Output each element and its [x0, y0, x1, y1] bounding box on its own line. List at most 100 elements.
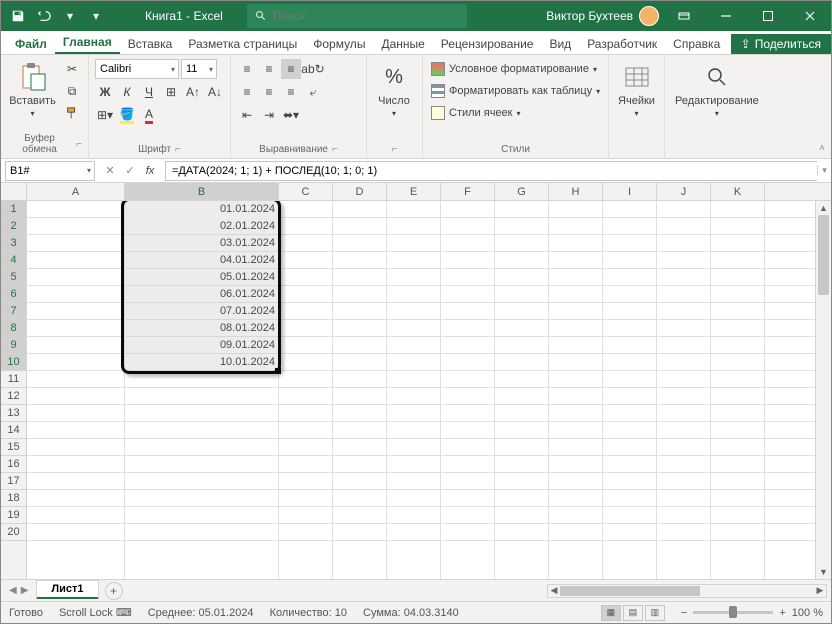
row-header[interactable]: 12 — [1, 388, 26, 405]
formula-input[interactable]: =ДАТА(2024; 1; 1) + ПОСЛЕД(10; 1; 0; 1) — [165, 161, 817, 181]
row-header[interactable]: 20 — [1, 524, 26, 541]
column-header[interactable]: H — [549, 183, 603, 200]
column-header[interactable]: J — [657, 183, 711, 200]
scrollbar-thumb[interactable] — [818, 215, 829, 295]
undo-icon[interactable] — [35, 7, 53, 25]
cell[interactable]: 06.01.2024 — [125, 286, 279, 303]
cell[interactable]: 01.01.2024 — [125, 201, 279, 218]
font-color-button[interactable]: A — [139, 105, 159, 125]
dialog-launcher-icon[interactable]: ⌐ — [332, 144, 338, 155]
select-all-corner[interactable] — [1, 183, 27, 200]
italic-button[interactable]: К — [117, 82, 137, 102]
cells-grid[interactable]: 01.01.202402.01.202403.01.202404.01.2024… — [27, 201, 815, 579]
merge-button[interactable]: ⬌▾ — [281, 105, 301, 125]
fill-color-button[interactable]: 🪣 — [117, 105, 137, 125]
column-header[interactable]: D — [333, 183, 387, 200]
row-header[interactable]: 4 — [1, 252, 26, 269]
column-header[interactable]: E — [387, 183, 441, 200]
increase-font-icon[interactable]: A↑ — [183, 82, 203, 102]
cell[interactable]: 08.01.2024 — [125, 320, 279, 337]
expand-formula-bar-icon[interactable]: ▾ — [817, 165, 831, 176]
enter-formula-icon[interactable]: ✓ — [121, 162, 139, 180]
scrollbar-thumb[interactable] — [560, 586, 700, 596]
underline-button[interactable]: Ч — [139, 82, 159, 102]
cell[interactable]: 04.01.2024 — [125, 252, 279, 269]
row-header[interactable]: 2 — [1, 218, 26, 235]
cell[interactable]: 07.01.2024 — [125, 303, 279, 320]
tab-view[interactable]: Вид — [541, 33, 579, 54]
align-left-icon[interactable]: ≡ — [237, 82, 257, 102]
row-header[interactable]: 7 — [1, 303, 26, 320]
conditional-formatting-button[interactable]: Условное форматирование▾ — [429, 61, 602, 77]
increase-indent-icon[interactable]: ⇥ — [259, 105, 279, 125]
column-header[interactable]: I — [603, 183, 657, 200]
minimize-button[interactable] — [705, 1, 747, 31]
normal-view-button[interactable]: ▦ — [601, 605, 621, 621]
copy-icon[interactable]: ⧉ — [62, 81, 82, 101]
format-painter-icon[interactable] — [62, 103, 82, 123]
search-input[interactable] — [273, 9, 459, 23]
account-area[interactable]: Виктор Бухтеев — [546, 6, 663, 26]
collapse-ribbon-icon[interactable]: ˄ — [819, 143, 825, 154]
row-header[interactable]: 11 — [1, 371, 26, 388]
paste-button[interactable]: Вставить ▾ — [7, 59, 58, 120]
bold-button[interactable]: Ж — [95, 82, 115, 102]
cell[interactable]: 03.01.2024 — [125, 235, 279, 252]
row-header[interactable]: 9 — [1, 337, 26, 354]
row-header[interactable]: 13 — [1, 405, 26, 422]
column-header[interactable]: F — [441, 183, 495, 200]
tab-review[interactable]: Рецензирование — [433, 33, 542, 54]
wrap-text-icon[interactable]: ⤶ — [303, 82, 323, 102]
zoom-out-button[interactable]: − — [681, 607, 687, 619]
align-bottom-icon[interactable]: ≡ — [281, 59, 301, 79]
ribbon-display-button[interactable] — [663, 1, 705, 31]
dialog-launcher-icon[interactable]: ⌐ — [175, 144, 181, 155]
column-header[interactable]: C — [279, 183, 333, 200]
vertical-scrollbar[interactable]: ▲ ▼ — [815, 201, 831, 579]
tab-developer[interactable]: Разработчик — [579, 33, 665, 54]
row-header[interactable]: 19 — [1, 507, 26, 524]
sheet-tab[interactable]: Лист1 — [36, 580, 98, 599]
zoom-slider[interactable] — [693, 611, 773, 614]
row-header[interactable]: 5 — [1, 269, 26, 286]
column-header[interactable]: G — [495, 183, 549, 200]
dialog-launcher-icon[interactable]: ⌐ — [76, 139, 82, 150]
cell[interactable]: 02.01.2024 — [125, 218, 279, 235]
qat-more-icon[interactable]: ▾ — [87, 7, 105, 25]
cell[interactable]: 09.01.2024 — [125, 337, 279, 354]
redo-icon[interactable]: ▾ — [61, 7, 79, 25]
share-button[interactable]: ⇪ Поделиться — [731, 34, 831, 54]
tab-data[interactable]: Данные — [373, 33, 432, 54]
scroll-down-icon[interactable]: ▼ — [816, 565, 831, 579]
decrease-indent-icon[interactable]: ⇤ — [237, 105, 257, 125]
sheet-nav-prev-icon[interactable]: ◀ — [9, 585, 17, 596]
row-header[interactable]: 10 — [1, 354, 26, 371]
zoom-in-button[interactable]: + — [779, 607, 785, 619]
cell[interactable]: 05.01.2024 — [125, 269, 279, 286]
sheet-nav-next-icon[interactable]: ▶ — [21, 585, 29, 596]
tab-help[interactable]: Справка — [665, 33, 728, 54]
dialog-launcher-icon[interactable]: ⌐ — [392, 144, 398, 155]
close-button[interactable] — [789, 1, 831, 31]
cut-icon[interactable]: ✂ — [62, 59, 82, 79]
row-header[interactable]: 15 — [1, 439, 26, 456]
row-header[interactable]: 17 — [1, 473, 26, 490]
add-sheet-button[interactable]: + — [105, 582, 123, 600]
column-header[interactable]: B — [125, 183, 279, 200]
row-header[interactable]: 3 — [1, 235, 26, 252]
scroll-left-icon[interactable]: ◀ — [548, 585, 560, 597]
border-dropdown[interactable]: ⊞▾ — [95, 105, 115, 125]
scroll-up-icon[interactable]: ▲ — [816, 201, 831, 215]
row-header[interactable]: 16 — [1, 456, 26, 473]
tab-layout[interactable]: Разметка страницы — [180, 33, 305, 54]
tab-file[interactable]: Файл — [7, 33, 55, 54]
decrease-font-icon[interactable]: A↓ — [205, 82, 225, 102]
align-right-icon[interactable]: ≡ — [281, 82, 301, 102]
tab-formulas[interactable]: Формулы — [305, 33, 373, 54]
cell-styles-button[interactable]: Стили ячеек▾ — [429, 105, 602, 121]
format-as-table-button[interactable]: Форматировать как таблицу▾ — [429, 83, 602, 99]
orientation-icon[interactable]: ab↻ — [303, 59, 323, 79]
row-header[interactable]: 14 — [1, 422, 26, 439]
border-button[interactable]: ⊞ — [161, 82, 181, 102]
cells-button[interactable]: Ячейки ▾ — [615, 59, 658, 120]
